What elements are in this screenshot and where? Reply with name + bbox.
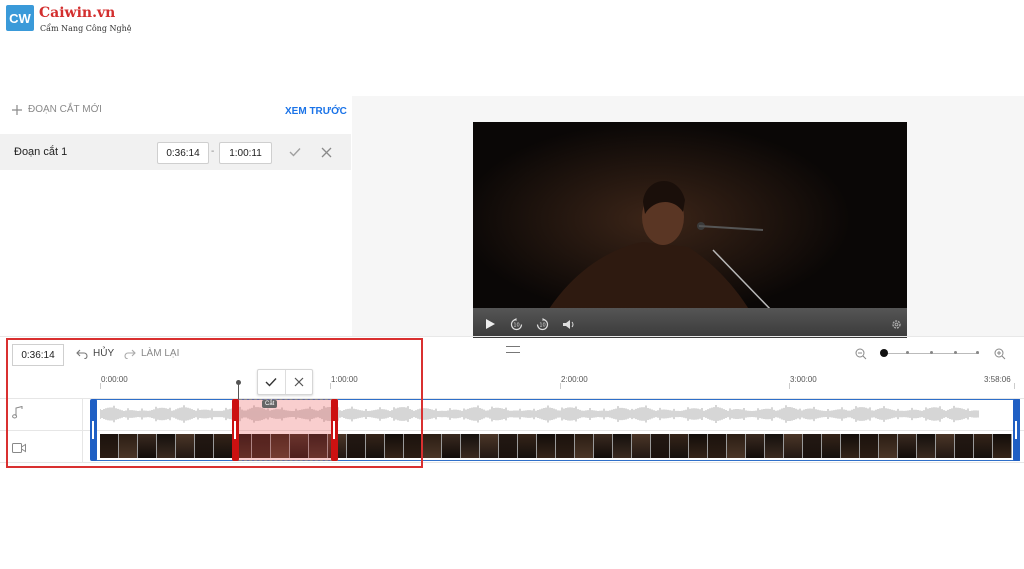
editor-divider <box>0 336 1024 337</box>
resize-handle[interactable] <box>506 346 520 353</box>
film-frame <box>499 434 518 458</box>
film-frame <box>746 434 765 458</box>
film-frame <box>765 434 784 458</box>
rewind-10-icon: 10 <box>510 317 522 330</box>
film-frame <box>708 434 727 458</box>
ruler-tick <box>789 383 790 389</box>
film-frame <box>613 434 632 458</box>
film-frame <box>670 434 689 458</box>
film-frame <box>556 434 575 458</box>
video-frame-image <box>473 122 907 338</box>
zoom-out-icon <box>855 348 866 359</box>
film-frame <box>841 434 860 458</box>
preview-button[interactable]: XEM TRƯỚC <box>285 106 347 117</box>
film-frame <box>575 434 594 458</box>
zoom-in-icon <box>994 348 1005 359</box>
svg-text:10: 10 <box>513 322 519 328</box>
film-frame <box>993 434 1012 458</box>
zoom-step <box>906 351 909 354</box>
segment-delete-button[interactable] <box>319 145 333 159</box>
zoom-in-button[interactable] <box>993 347 1006 360</box>
film-frame <box>594 434 613 458</box>
film-frame <box>461 434 480 458</box>
video-player[interactable] <box>473 122 907 338</box>
segment-start-input[interactable]: 0:36:14 <box>157 142 209 164</box>
film-frame <box>537 434 556 458</box>
trim-end-handle[interactable] <box>1013 399 1020 461</box>
zoom-step <box>930 351 933 354</box>
volume-button[interactable] <box>562 318 576 330</box>
ruler-tick <box>1014 383 1015 389</box>
film-frame <box>860 434 879 458</box>
film-frame <box>803 434 822 458</box>
gear-icon <box>891 319 901 329</box>
site-name: Caiwin.vn <box>39 5 116 21</box>
new-cut-label: ĐOẠN CẮT MỚI <box>28 104 102 115</box>
film-frame <box>518 434 537 458</box>
film-frame <box>974 434 993 458</box>
film-frame <box>423 434 442 458</box>
segment-end-input[interactable]: 1:00:11 <box>219 142 272 164</box>
film-frame <box>442 434 461 458</box>
time-separator: - <box>211 146 215 157</box>
cut-segment-label: Đoạn cắt 1 <box>14 146 68 158</box>
zoom-step <box>976 351 979 354</box>
settings-button[interactable] <box>890 318 902 330</box>
film-frame <box>822 434 841 458</box>
forward-10-icon: 10 <box>536 317 548 330</box>
film-frame <box>689 434 708 458</box>
ruler-tick <box>560 383 561 389</box>
volume-icon <box>562 319 573 329</box>
segment-confirm-button[interactable] <box>287 145 303 159</box>
check-icon <box>289 148 301 157</box>
zoom-step <box>954 351 957 354</box>
play-button[interactable] <box>484 318 496 330</box>
svg-text:10: 10 <box>539 322 545 328</box>
annotation-highlight-box <box>6 338 423 468</box>
film-frame <box>955 434 974 458</box>
rewind-button[interactable]: 10 <box>509 317 523 331</box>
plus-icon <box>12 104 22 115</box>
new-cut-button[interactable]: ĐOẠN CẮT MỚI <box>12 104 102 115</box>
ruler-label: 3:00:00 <box>790 375 817 384</box>
film-frame <box>898 434 917 458</box>
play-icon <box>485 319 495 329</box>
film-frame <box>632 434 651 458</box>
site-logo: CW <box>6 5 34 31</box>
close-icon <box>321 147 331 157</box>
film-frame <box>879 434 898 458</box>
film-frame <box>784 434 803 458</box>
film-frame <box>917 434 936 458</box>
forward-button[interactable]: 10 <box>535 317 549 331</box>
zoom-out-button[interactable] <box>854 347 867 360</box>
film-frame <box>651 434 670 458</box>
ruler-label: 3:58:06 <box>984 375 1011 384</box>
ruler-label: 2:00:00 <box>561 375 588 384</box>
zoom-slider-knob[interactable] <box>880 349 888 357</box>
film-frame <box>727 434 746 458</box>
film-frame <box>480 434 499 458</box>
site-tagline: Cẩm Nang Công Nghệ <box>40 24 132 33</box>
film-frame <box>936 434 955 458</box>
